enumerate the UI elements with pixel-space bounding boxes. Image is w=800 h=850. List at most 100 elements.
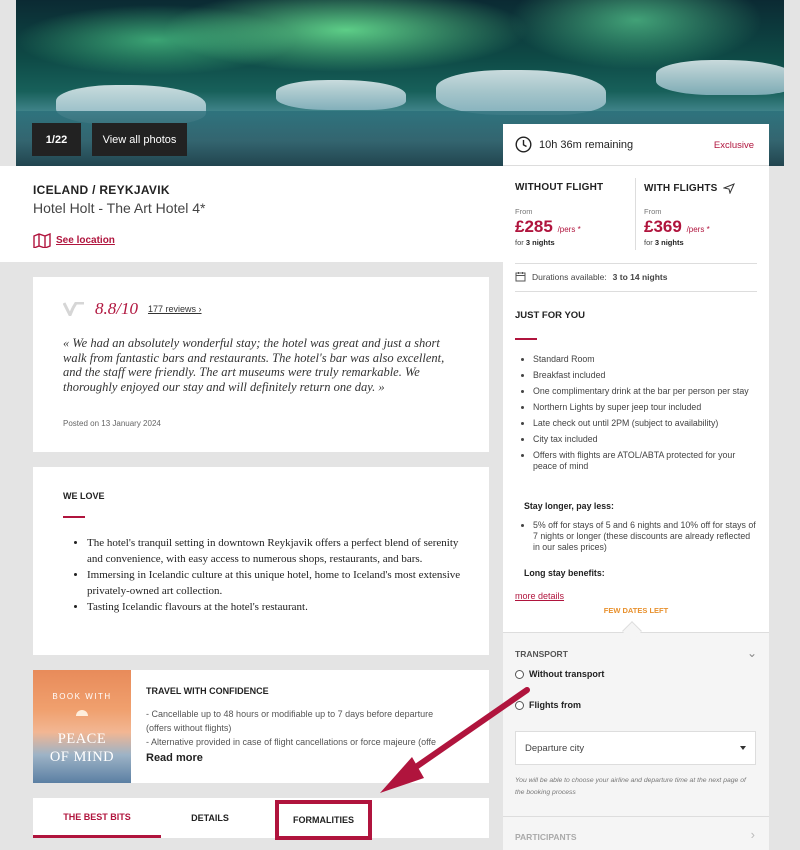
nights-for: for <box>644 238 653 247</box>
divider <box>515 263 757 264</box>
perks-list: Standard Room Breakfast included One com… <box>533 354 758 477</box>
calendar-icon <box>515 272 526 282</box>
long-stay-heading: Long stay benefits: <box>524 568 605 578</box>
iceberg <box>276 80 406 110</box>
plane-icon <box>722 183 735 194</box>
confidence-line: - Cancellable up to 48 hours or modifiab… <box>146 709 434 719</box>
list-item: The hotel's tranquil setting in downtown… <box>87 535 472 567</box>
just-for-you-title: JUST FOR YOU <box>515 310 586 321</box>
select-placeholder: Departure city <box>525 742 585 754</box>
see-location-link[interactable]: See location <box>33 233 115 248</box>
price-unit: /pers * <box>686 225 710 234</box>
perk-item: Northern Lights by super jeep tour inclu… <box>533 402 758 413</box>
stay-longer-list: 5% off for stays of 5 and 6 nights and 1… <box>533 520 758 558</box>
perk-item: One complimentary drink at the bar per p… <box>533 386 758 397</box>
radio-circle <box>515 700 524 710</box>
price-with-flights: £369 /pers * <box>644 217 710 237</box>
price-from-label: From <box>644 207 662 216</box>
durations-label: Durations available: <box>532 271 607 282</box>
reviews-link-label: 177 reviews <box>147 304 197 314</box>
peace-of-mind-image: BOOK WITH PEACE OF MIND <box>33 670 131 783</box>
radio-flights-from[interactable]: Flights from <box>515 700 581 710</box>
list-item: Tasting Icelandic flavours at the hotel'… <box>87 599 472 615</box>
review-quote: « We had an absolutely wonderful stay; t… <box>63 336 445 394</box>
perk-item: 5% off for stays of 5 and 6 nights and 1… <box>533 520 758 553</box>
divider <box>503 165 769 166</box>
nights-count: 3 nights <box>525 238 555 247</box>
stay-longer-heading: Stay longer, pay less: <box>524 501 614 511</box>
durations-value: 3 to 14 nights <box>612 271 668 282</box>
radio-label: Flights from <box>529 700 581 710</box>
map-icon <box>33 233 51 248</box>
we-love-card: WE LOVE The hotel's tranquil setting in … <box>33 467 489 655</box>
perk-item: City tax included <box>533 434 758 445</box>
chevron-right-icon[interactable]: › <box>751 827 755 842</box>
nights-info: for 3 nights <box>515 238 555 247</box>
departure-city-select[interactable]: Departure city <box>515 731 756 765</box>
price-value: £285 <box>515 217 553 236</box>
price-unit: /pers * <box>557 225 581 234</box>
image-caption-line: PEACE <box>57 731 107 747</box>
transport-title[interactable]: TRANSPORT <box>515 649 568 659</box>
few-dates-left-badge: FEW DATES LEFT <box>603 606 669 615</box>
sun-icon <box>76 710 88 716</box>
radio-circle <box>515 669 524 679</box>
brand-v-icon <box>63 302 84 316</box>
caret-down-icon <box>740 746 746 750</box>
durations-available: Durations available: 3 to 14 nights <box>515 271 667 282</box>
chevron-down-icon[interactable]: ⌄ <box>747 646 757 660</box>
accent-rule <box>63 516 85 518</box>
confidence-line: (offers without flights) <box>146 723 232 733</box>
price-without-flight: £285 /pers * <box>515 217 581 237</box>
transport-note: You will be able to choose your airline … <box>515 777 746 796</box>
iceberg <box>436 70 606 115</box>
reviews-link[interactable]: 177 reviews › <box>148 304 202 314</box>
perk-item: Standard Room <box>533 354 758 365</box>
see-location-label: See location <box>56 235 115 246</box>
perk-item: Breakfast included <box>533 370 758 381</box>
column-separator <box>635 178 636 250</box>
divider <box>503 816 769 817</box>
destination: ICELAND / REYKJAVIK <box>33 183 170 197</box>
image-caption-small: BOOK WITH <box>52 692 112 701</box>
tab-formalities[interactable]: FORMALITIES <box>275 800 372 840</box>
accent-rule <box>515 338 537 340</box>
tab-best-bits[interactable]: THE BEST BITS <box>33 798 161 838</box>
with-flights-label: WITH FLIGHTS <box>644 182 718 194</box>
read-more-link[interactable]: Read more <box>146 752 203 764</box>
nights-count: 3 nights <box>654 238 684 247</box>
list-item: Immersing in Icelandic culture at this u… <box>87 567 472 599</box>
transport-section: TRANSPORT ⌄ Without transport Flights fr… <box>503 632 769 850</box>
without-flight-heading[interactable]: WITHOUT FLIGHT <box>515 182 603 193</box>
participants-heading[interactable]: PARTICIPANTS <box>515 832 577 842</box>
image-caption-big: PEACE OF MIND <box>33 730 131 766</box>
travel-confidence-card: BOOK WITH PEACE OF MIND TRAVEL WITH CONF… <box>33 670 489 783</box>
rating-row: 8.8/10 177 reviews › <box>63 299 202 319</box>
confidence-line: - Alternative provided in case of flight… <box>146 737 436 747</box>
tab-details[interactable]: DETAILS <box>161 798 259 838</box>
more-details-link[interactable]: more details <box>515 591 564 601</box>
timer-text: 10h 36m remaining <box>539 138 634 151</box>
radio-without-transport[interactable]: Without transport <box>515 669 604 679</box>
confidence-title: TRAVEL WITH CONFIDENCE <box>146 686 269 696</box>
content-tabs: THE BEST BITS DETAILS FORMALITIES <box>33 798 489 840</box>
clock-icon <box>515 136 532 153</box>
review-score: 8.8/10 <box>95 299 138 318</box>
price-from-label: From <box>515 207 533 216</box>
perk-item: Late check out until 2PM (subject to ava… <box>533 418 758 429</box>
review-date: Posted on 13 January 2024 <box>63 419 161 428</box>
radio-label: Without transport <box>529 669 605 679</box>
image-caption-line: OF MIND <box>49 749 115 765</box>
we-love-list: The hotel's tranquil setting in downtown… <box>87 535 472 615</box>
review-card: 8.8/10 177 reviews › « We had an absolut… <box>33 277 489 452</box>
price-value: £369 <box>644 217 682 236</box>
nights-info: for 3 nights <box>644 238 684 247</box>
exclusive-badge: Exclusive <box>713 140 754 151</box>
photo-counter: 1/22 <box>32 123 81 156</box>
confidence-text: - Cancellable up to 48 hours or modifiab… <box>146 707 476 749</box>
we-love-title: WE LOVE <box>63 491 105 501</box>
with-flights-heading[interactable]: WITH FLIGHTS <box>644 182 735 194</box>
chevron-right-icon: › <box>198 304 202 314</box>
booking-sidebar: 10h 36m remaining Exclusive WITHOUT FLIG… <box>503 124 769 850</box>
view-all-photos-button[interactable]: View all photos <box>92 123 187 156</box>
